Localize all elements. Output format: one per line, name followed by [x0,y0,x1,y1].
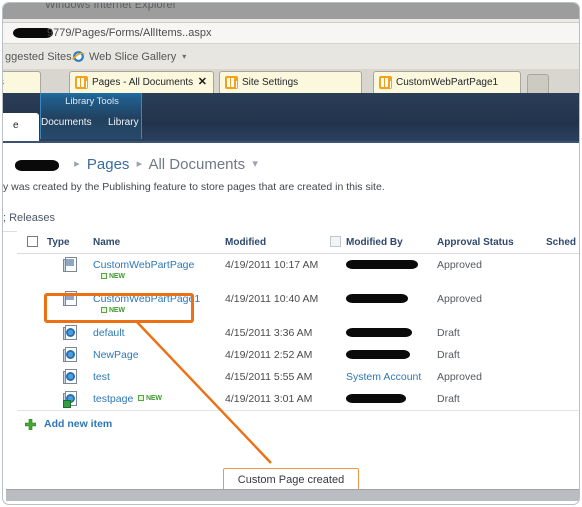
add-new-item-row[interactable]: Add new item [17,410,579,439]
row-name-link[interactable]: test [93,371,110,383]
row-name-link[interactable]: default [93,327,125,339]
row-name-link[interactable]: testpage [93,393,133,405]
breadcrumb-item-pages[interactable]: Pages [87,156,130,173]
browser-tab-label: Pages - All Documents [92,77,194,88]
redacted-modified-by-block [346,394,406,403]
web-slice-gallery-label: Web Slice Gallery [89,51,177,63]
favorites-bar: ggested Sites ▾ Web Slice Gallery ▾ [3,43,579,70]
browser-tab-0[interactable]: res [3,71,41,93]
subnav-item-releases[interactable]: ; Releases [3,212,55,224]
sharepoint-icon [379,76,392,89]
sub-navigation: ; Releases [3,209,579,232]
webpart-page-icon [63,291,79,307]
browser-title-bar: Windows Internet Explorer [3,3,579,19]
new-badge: NEW [101,273,125,280]
table-row[interactable]: default 4/15/2011 3:36 AM Draft [17,322,579,344]
document-library-list: Type Name Modified Modified By Approval … [17,231,579,439]
modified-by-filter-checkbox[interactable] [330,236,341,247]
web-slice-gallery-button[interactable]: Web Slice Gallery ▾ [89,51,186,63]
row-approval-status: Approved [437,259,482,271]
table-row[interactable]: CustomWebPartPage NEW 4/19/2011 10:17 AM… [17,254,579,288]
browser-tab-label: CustomWebPartPage1 [396,77,499,88]
redacted-modified-by-block [346,328,412,337]
close-icon[interactable]: ✕ [198,75,207,89]
aspx-page-icon [63,369,79,385]
column-header-modified-by[interactable]: Modified By [346,237,403,248]
browser-tab-pages-all-documents[interactable]: Pages - All Documents ✕ [69,71,214,93]
status-bar [6,489,579,501]
table-row[interactable]: testpage NEW 4/19/2011 3:01 AM Draft [17,388,579,410]
row-modified: 4/19/2011 10:17 AM [225,259,319,271]
breadcrumb-separator: ▸ [136,158,143,170]
redacted-modified-by-block [346,260,418,269]
row-approval-status: Draft [437,393,460,405]
column-header-name[interactable]: Name [93,237,120,248]
chevron-down-icon: ▾ [182,52,187,61]
column-header-type[interactable]: Type [47,237,70,248]
table-row[interactable]: NewPage 4/19/2011 2:52 AM Draft [17,344,579,366]
row-modified: 4/19/2011 10:40 AM [225,293,319,305]
ribbon-tab-documents[interactable]: Documents [41,117,92,128]
row-name-link[interactable]: CustomWebPartPage [93,259,194,271]
webpart-page-icon [63,257,79,273]
contextual-group-title: Library Tools [65,96,119,107]
row-modified-by[interactable]: System Account [346,371,421,383]
row-modified: 4/19/2011 2:52 AM [225,349,313,361]
breadcrumb-separator: ▸ [74,158,80,170]
browser-tab-customwebpartpage1[interactable]: CustomWebPartPage1 [373,71,521,93]
plus-icon [25,419,36,430]
ribbon-tab-browse-label: e [13,120,19,131]
column-header-approval-status[interactable]: Approval Status [437,237,514,248]
row-approval-status: Draft [437,327,460,339]
browser-tab-site-settings[interactable]: Site Settings [219,71,362,93]
column-header-modified[interactable]: Modified [225,237,266,248]
tab-strip: res Pages - All Documents ✕ Site Setting… [3,69,579,93]
row-modified: 4/15/2011 5:55 AM [225,371,313,383]
contextual-group-library-tools: Library Tools [40,93,142,139]
aspx-page-icon [63,325,79,341]
address-input[interactable]: 9779/Pages/Forms/AllItems..aspx [47,27,211,39]
row-modified: 4/19/2011 3:01 AM [225,393,313,405]
row-approval-status: Approved [437,371,482,383]
table-row[interactable]: test 4/15/2011 5:55 AM System Account Ap… [17,366,579,388]
window-title: Windows Internet Explorer [45,3,177,11]
page-content: ▸ Pages ▸ All Documents ▾ y was created … [3,143,579,504]
browser-tab-label: res [3,77,4,88]
internet-explorer-icon [71,49,86,64]
aspx-page-icon [63,347,79,363]
new-badge: NEW [138,395,162,402]
ribbon-tab-browse[interactable] [3,113,39,143]
row-approval-status: Approved [437,293,482,305]
page-description: y was created by the Publishing feature … [3,181,385,193]
breadcrumb-item-all-documents[interactable]: All Documents [148,156,245,173]
chevron-down-icon[interactable]: ▾ [249,158,261,170]
ribbon-tab-library[interactable]: Library [108,117,139,128]
row-modified: 4/15/2011 3:36 AM [225,327,313,339]
column-header-scheduled[interactable]: Sched [546,237,576,248]
row-name-link[interactable]: NewPage [93,349,139,361]
select-all-checkbox[interactable] [27,236,38,247]
address-bar[interactable]: 9779/Pages/Forms/AllItems..aspx [3,23,579,43]
redacted-modified-by-block [346,294,408,303]
browser-tab-label: Site Settings [242,77,299,88]
screenshot-root: Windows Internet Explorer 9779/Pages/For… [0,0,582,507]
row-name-link[interactable]: CustomWebPartPage1 [93,293,200,305]
sharepoint-icon [75,76,88,89]
sharepoint-icon [225,76,238,89]
browser-window: Windows Internet Explorer 9779/Pages/For… [3,3,579,504]
add-new-item-label[interactable]: Add new item [44,418,112,430]
redacted-site-name-block [15,160,59,171]
redacted-modified-by-block [346,350,410,359]
suggested-sites-label: ggested Sites [5,51,72,63]
list-header-row: Type Name Modified Modified By Approval … [17,231,579,254]
aspx-page-checkedout-icon [63,391,79,408]
new-tab-button[interactable] [527,74,549,93]
new-badge: NEW [101,307,125,314]
annotation-caption-text: Custom Page created [237,474,345,486]
table-row[interactable]: CustomWebPartPage1 NEW 4/19/2011 10:40 A… [17,288,579,322]
row-approval-status: Draft [437,349,460,361]
sharepoint-ribbon: Library Tools Documents Library e [3,93,579,143]
